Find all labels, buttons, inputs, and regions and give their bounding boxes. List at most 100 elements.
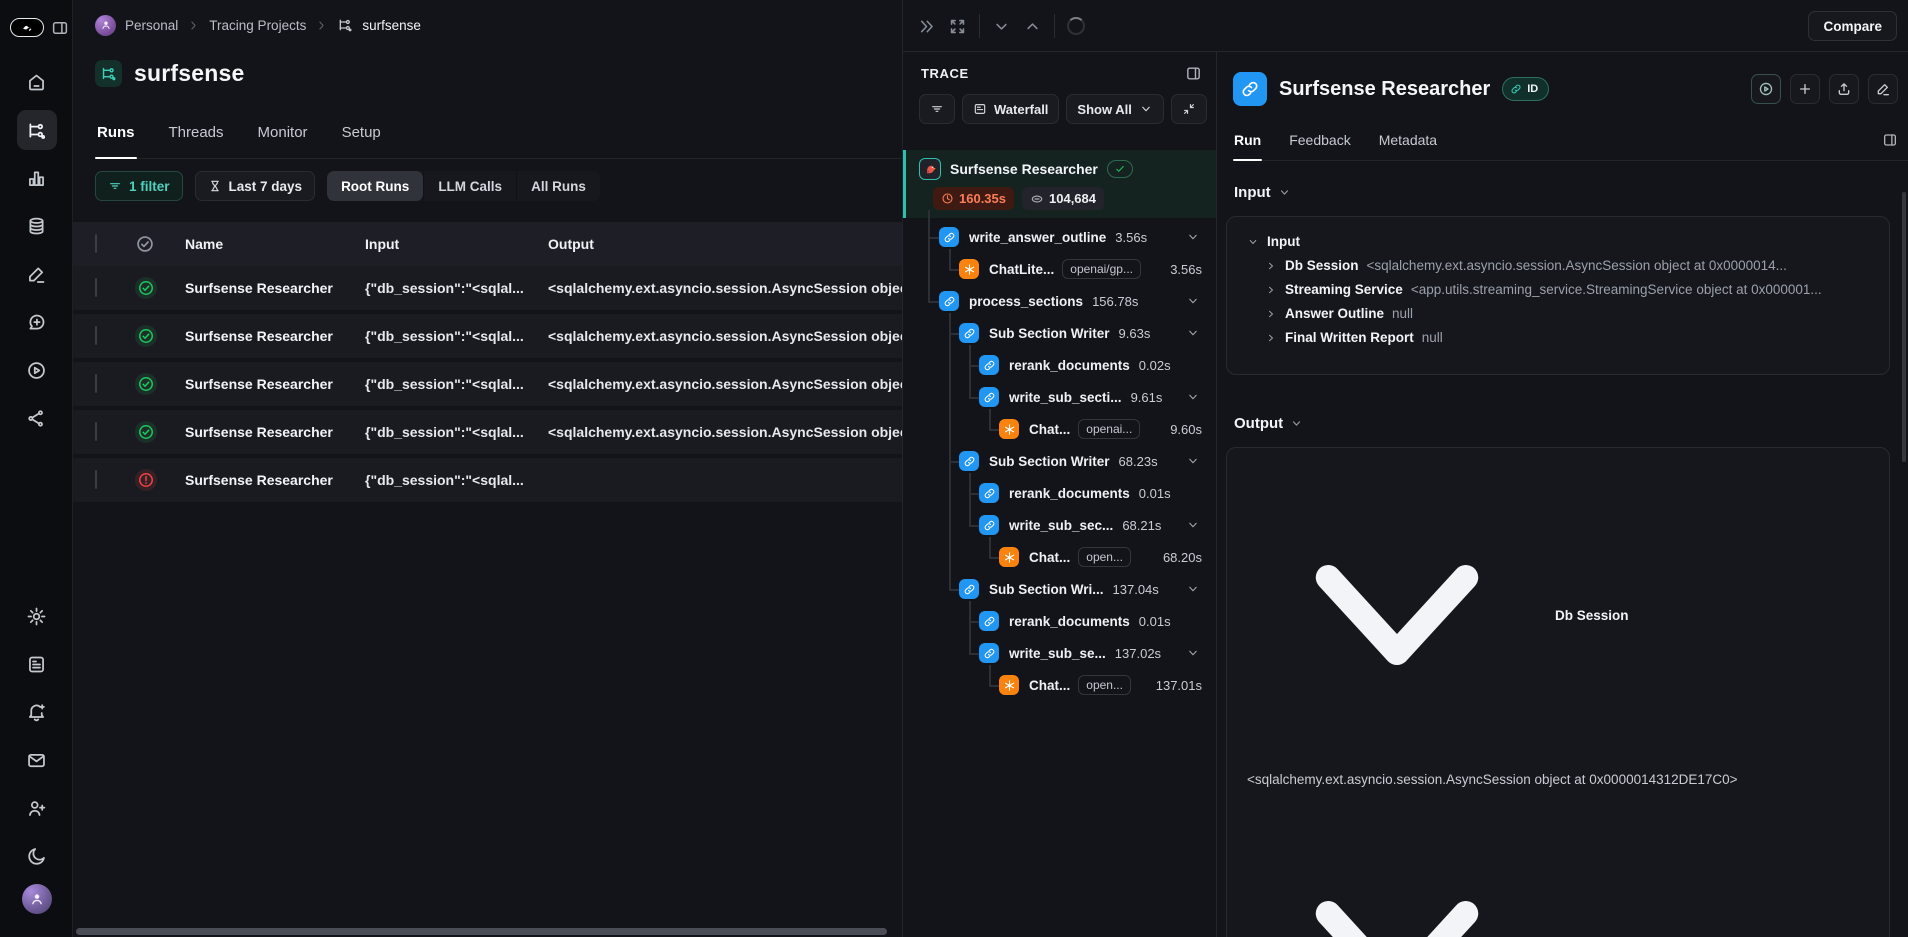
detail-tab-feedback[interactable]: Feedback (1288, 128, 1351, 160)
open-in-playground-button[interactable] (1751, 74, 1781, 104)
sidebar-item-home[interactable] (17, 62, 57, 102)
sidebar-item-notifications[interactable] (17, 692, 57, 732)
waterfall-view-button[interactable]: Waterfall (962, 94, 1059, 124)
show-all-dropdown[interactable]: Show All (1066, 94, 1163, 124)
run-name-cell[interactable]: Surfsense Researcher (185, 280, 337, 296)
sidebar-item-dashboards[interactable] (17, 158, 57, 198)
chevron-down-icon[interactable] (1186, 294, 1200, 308)
segment-llm-calls[interactable]: LLM Calls (423, 171, 516, 201)
sidebar-item-theme-toggle[interactable] (17, 836, 57, 876)
next-run-icon[interactable] (992, 17, 1011, 36)
chevron-down-icon[interactable] (1186, 518, 1200, 532)
table-row[interactable]: Surfsense Researcher{"db_session":"<sqla… (73, 410, 902, 454)
trace-tree-row[interactable]: Sub Section Writer68.23s (903, 445, 1216, 477)
row-checkbox[interactable] (95, 470, 97, 489)
trace-tree-row[interactable]: rerank_documents0.01s (903, 477, 1216, 509)
langsmith-logo-icon[interactable] (10, 18, 44, 37)
column-header-input[interactable]: Input (365, 236, 548, 252)
table-row[interactable]: Surfsense Researcher{"db_session":"<sqla… (73, 362, 902, 406)
trace-tree-row[interactable]: Chat...openai...9.60s (903, 413, 1216, 445)
user-avatar[interactable] (22, 884, 52, 914)
segment-all-runs[interactable]: All Runs (516, 171, 600, 201)
sidebar-item-datasets[interactable] (17, 206, 57, 246)
collapse-trace-panel-icon[interactable] (1185, 65, 1202, 82)
trace-tree-row[interactable]: write_sub_sec...68.21s (903, 509, 1216, 541)
column-header-name[interactable]: Name (185, 236, 337, 252)
vertical-scrollbar[interactable] (1902, 192, 1906, 462)
chevron-down-icon[interactable] (1186, 390, 1200, 404)
add-to-dataset-button[interactable] (1790, 74, 1820, 104)
row-checkbox[interactable] (95, 422, 97, 441)
sidebar-item-docs[interactable] (17, 644, 57, 684)
row-checkbox[interactable] (95, 326, 97, 345)
column-header-output[interactable]: Output (548, 236, 902, 252)
annotate-run-button[interactable] (1868, 74, 1898, 104)
run-name-cell[interactable]: Surfsense Researcher (185, 424, 337, 440)
collapse-pane-icon[interactable] (917, 17, 936, 36)
breadcrumb-personal[interactable]: Personal (125, 18, 178, 33)
output-section-heading[interactable]: Output (1234, 415, 1303, 432)
tab-setup[interactable]: Setup (340, 118, 383, 158)
workspace-avatar[interactable] (95, 15, 116, 36)
trace-tree-row[interactable]: ChatLite...openai/gp...3.56s (903, 253, 1216, 285)
collapse-detail-panel-icon[interactable] (1882, 132, 1898, 148)
sidebar-item-deployments[interactable] (17, 398, 57, 438)
trace-tree-row[interactable]: write_sub_se...137.02s (903, 637, 1216, 669)
output-field-key[interactable]: Final Written Report (1247, 801, 1869, 937)
table-row[interactable]: Surfsense Researcher{"db_session":"<sqla… (73, 458, 902, 502)
table-row[interactable]: Surfsense Researcher{"db_session":"<sqla… (73, 314, 902, 358)
trace-tree-row[interactable]: Chat...open...68.20s (903, 541, 1216, 573)
tab-runs[interactable]: Runs (95, 118, 137, 158)
input-field-row[interactable]: Streaming Service<app.utils.streaming_se… (1265, 282, 1869, 297)
detail-tab-run[interactable]: Run (1233, 128, 1262, 160)
sidebar-item-settings[interactable] (17, 596, 57, 636)
trace-tree-row[interactable]: Sub Section Wri...137.04s (903, 573, 1216, 605)
chevron-down-icon[interactable] (1186, 646, 1200, 660)
detail-tab-metadata[interactable]: Metadata (1378, 128, 1438, 160)
row-checkbox[interactable] (95, 278, 97, 297)
sidebar-collapse-icon[interactable] (51, 19, 69, 37)
horizontal-scrollbar[interactable] (76, 928, 887, 935)
row-checkbox[interactable] (95, 374, 97, 393)
sidebar-item-invite-user[interactable] (17, 788, 57, 828)
trace-tree-row[interactable]: write_sub_secti...9.61s (903, 381, 1216, 413)
sidebar-item-playground[interactable] (17, 350, 57, 390)
input-field-row[interactable]: Final Written Reportnull (1265, 330, 1869, 345)
trace-tree-row[interactable]: rerank_documents0.02s (903, 349, 1216, 381)
trace-filter-button[interactable] (919, 94, 955, 124)
select-all-checkbox[interactable] (95, 234, 97, 253)
breadcrumb-tracing-projects[interactable]: Tracing Projects (209, 18, 306, 33)
input-section-heading[interactable]: Input (1234, 184, 1291, 201)
trace-tree-row[interactable]: rerank_documents0.01s (903, 605, 1216, 637)
run-name-cell[interactable]: Surfsense Researcher (185, 376, 337, 392)
trace-tree-row[interactable]: write_answer_outline3.56s (903, 221, 1216, 253)
sidebar-item-prompts[interactable] (17, 302, 57, 342)
trace-tree-row[interactable]: process_sections156.78s (903, 285, 1216, 317)
input-field-row[interactable]: Db Session<sqlalchemy.ext.asyncio.sessio… (1265, 258, 1869, 273)
collapse-all-button[interactable] (1171, 94, 1207, 124)
filter-button[interactable]: 1 filter (95, 171, 183, 201)
chevron-down-icon[interactable] (1186, 454, 1200, 468)
run-name-cell[interactable]: Surfsense Researcher (185, 328, 337, 344)
trace-tree-row[interactable]: Sub Section Writer9.63s (903, 317, 1216, 349)
trace-root-node[interactable]: Surfsense Researcher 160.35s 104,684 (903, 150, 1216, 218)
chevron-down-icon[interactable] (1186, 230, 1200, 244)
chevron-down-icon[interactable] (1186, 582, 1200, 596)
trace-tree-row[interactable]: Chat...open...137.01s (903, 669, 1216, 701)
time-range-button[interactable]: Last 7 days (195, 171, 316, 201)
input-field-row[interactable]: Answer Outlinenull (1265, 306, 1869, 321)
run-name-cell[interactable]: Surfsense Researcher (185, 472, 337, 488)
breadcrumb-surfsense[interactable]: surfsense (362, 18, 421, 33)
share-run-button[interactable] (1829, 74, 1859, 104)
tab-threads[interactable]: Threads (167, 118, 226, 158)
sidebar-item-tracing-projects[interactable] (17, 110, 57, 150)
chevron-down-icon[interactable] (1186, 326, 1200, 340)
input-root-node[interactable]: Input (1247, 234, 1869, 249)
compare-button[interactable]: Compare (1808, 11, 1897, 41)
sidebar-item-mail[interactable] (17, 740, 57, 780)
output-field-key[interactable]: Db Session (1247, 465, 1869, 765)
tab-monitor[interactable]: Monitor (256, 118, 310, 158)
segment-root-runs[interactable]: Root Runs (327, 171, 423, 201)
sidebar-item-annotation[interactable] (17, 254, 57, 294)
previous-run-icon[interactable] (1023, 17, 1042, 36)
